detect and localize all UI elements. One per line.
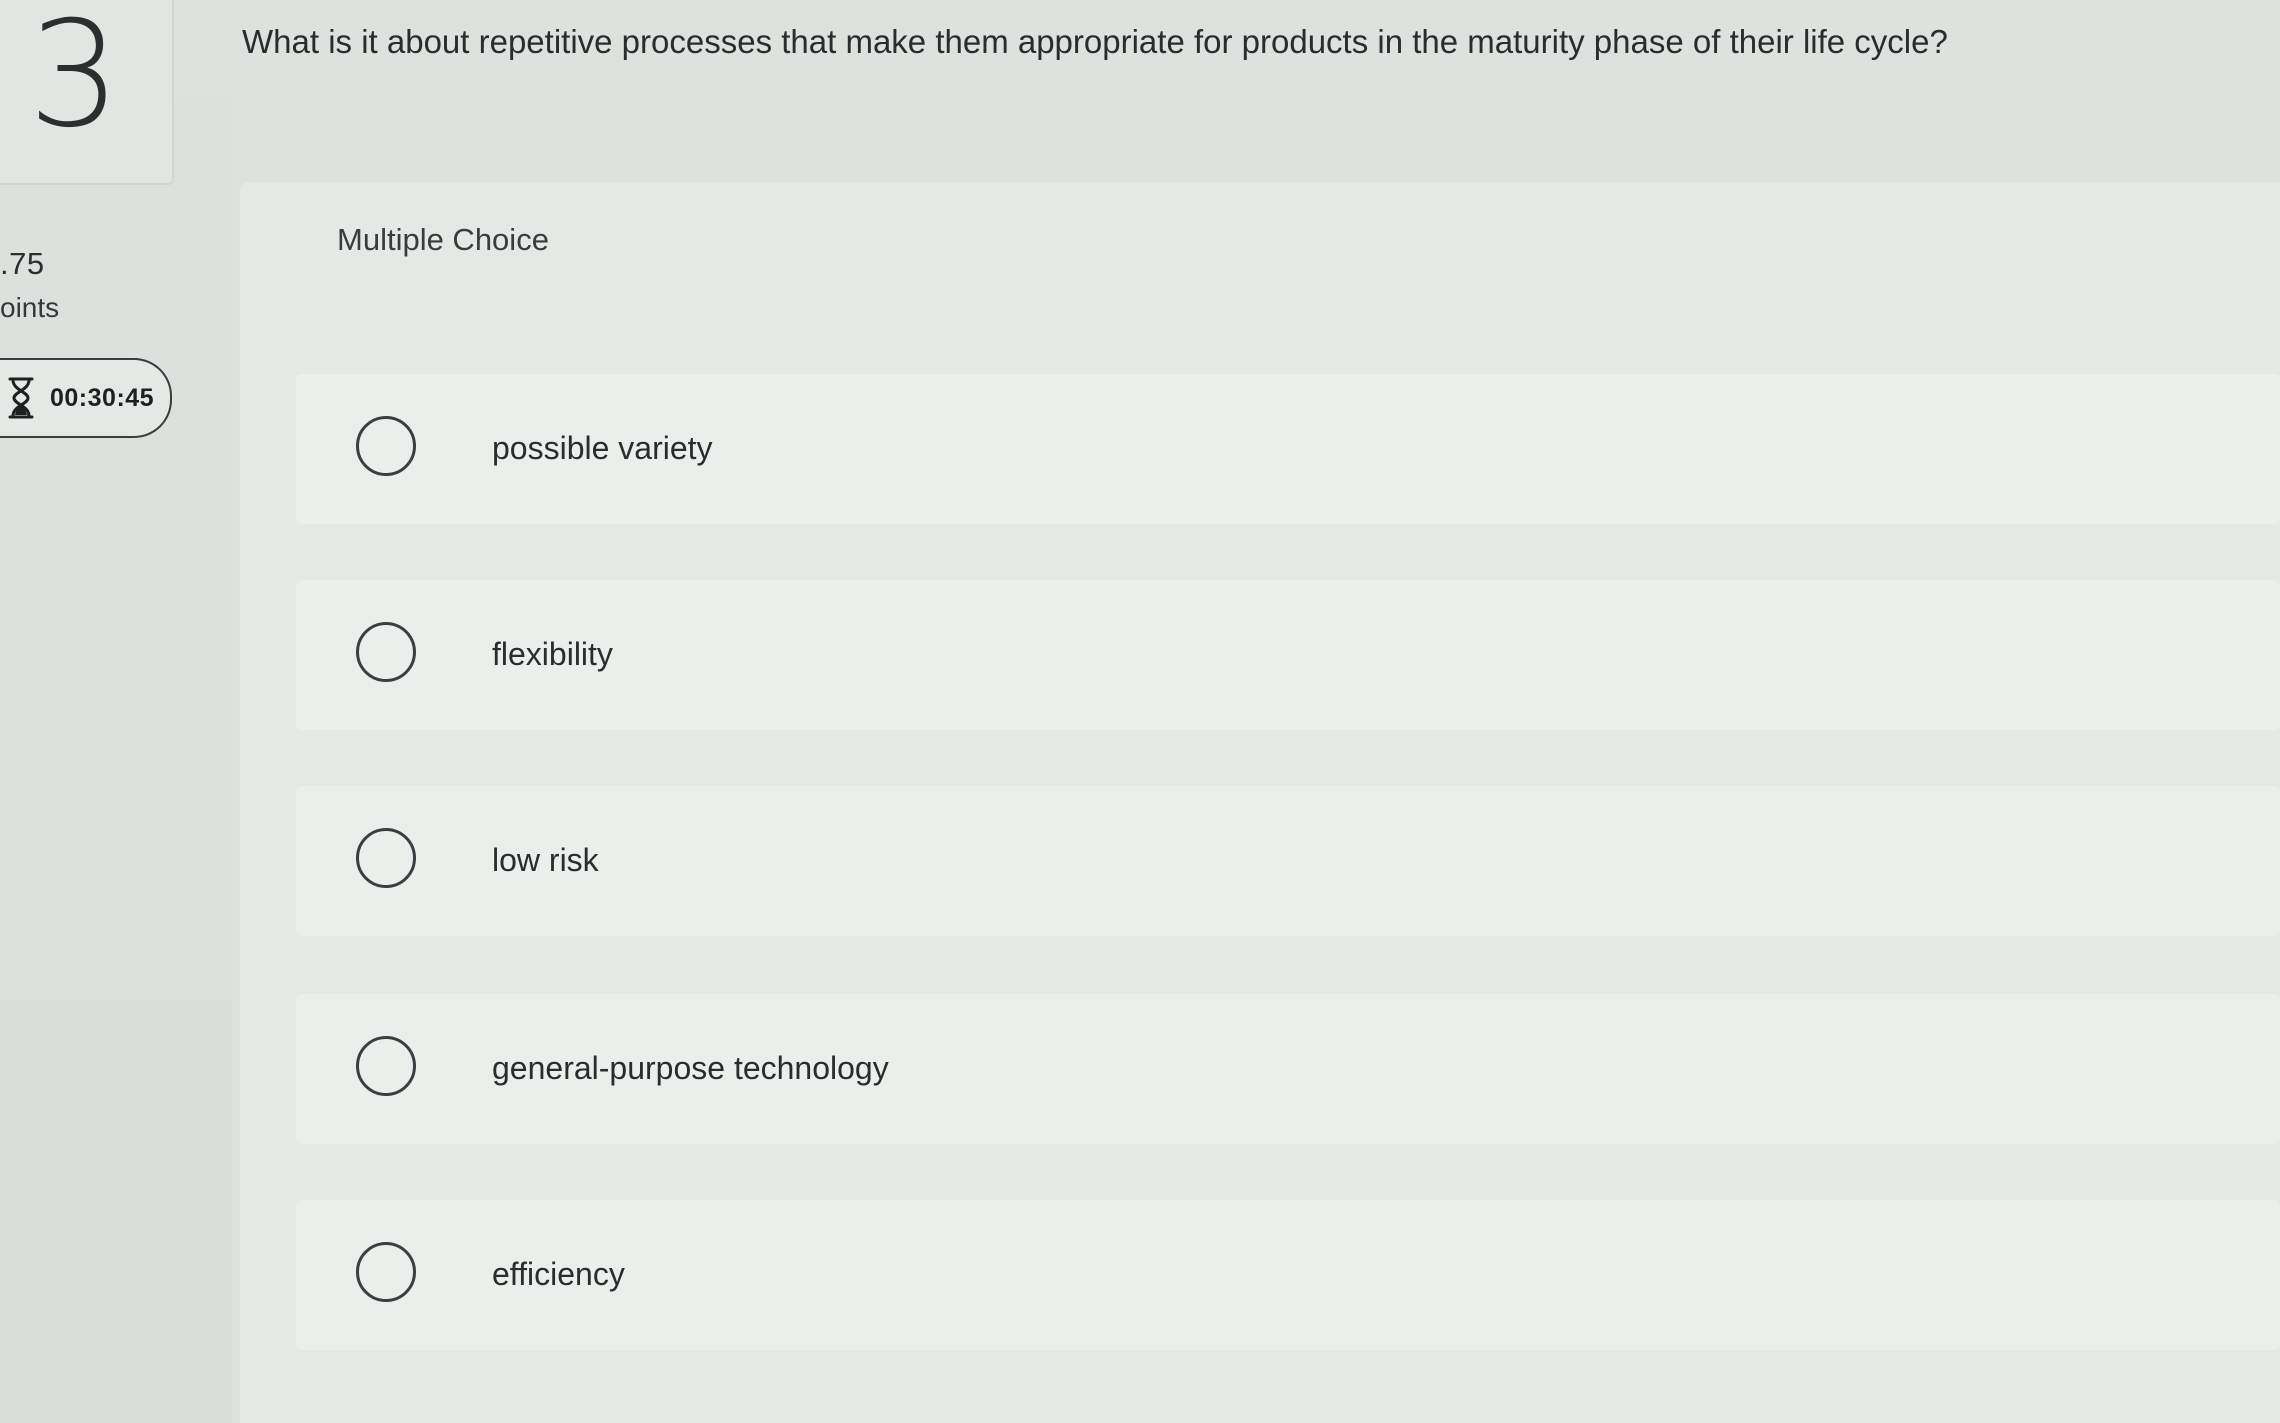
answer-option-label[interactable]: flexibility <box>492 636 613 673</box>
hourglass-icon <box>6 376 36 420</box>
answer-option[interactable]: flexibility <box>296 580 2280 730</box>
points-value: .75 <box>0 246 45 281</box>
question-number: 3 <box>28 0 121 160</box>
answer-option[interactable]: efficiency <box>296 1200 2280 1350</box>
answer-option-label[interactable]: low risk <box>492 842 599 879</box>
answer-option[interactable]: general-purpose technology <box>296 994 2280 1144</box>
timer-text: 00:30:45 <box>50 383 155 412</box>
question-type-label: Multiple Choice <box>337 222 549 257</box>
answer-option[interactable]: possible variety <box>296 374 2280 524</box>
points-label: oints <box>0 292 60 323</box>
answer-option[interactable]: low risk <box>296 786 2280 936</box>
answer-option-label[interactable]: efficiency <box>492 1256 625 1293</box>
radio-button[interactable] <box>356 416 416 476</box>
question-sidebar: 3 .75 oints 00:30:45 <box>0 0 232 1423</box>
timer-badge[interactable]: 00:30:45 <box>0 358 172 438</box>
answer-option-label[interactable]: general-purpose technology <box>492 1050 889 1087</box>
answer-option-label[interactable]: possible variety <box>492 430 713 467</box>
question-text: What is it about repetitive processes th… <box>242 23 1948 60</box>
radio-button[interactable] <box>356 828 416 888</box>
radio-button[interactable] <box>356 1036 416 1096</box>
radio-button[interactable] <box>356 622 416 682</box>
question-number-box: 3 <box>0 0 174 185</box>
radio-button[interactable] <box>356 1242 416 1302</box>
